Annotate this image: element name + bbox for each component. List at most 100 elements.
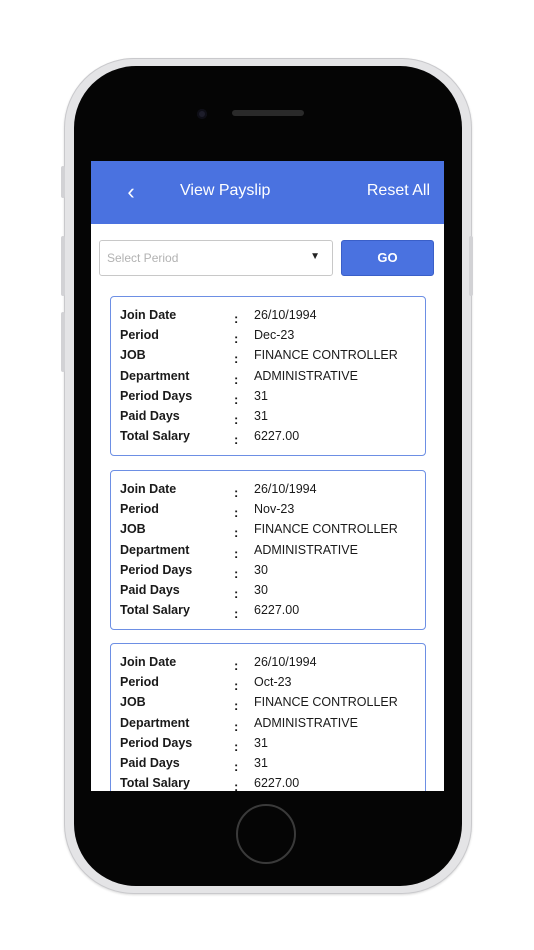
field-label: Department xyxy=(120,542,190,557)
payslip-row-period: Period: Nov-23 xyxy=(120,499,419,521)
payslip-row-join-date: Join Date: 26/10/1994 xyxy=(120,305,419,326)
field-value: 30 xyxy=(254,583,268,597)
payslip-row-period-days: Period Days:30 xyxy=(120,560,419,581)
payslip-row-total-salary: Total Salary:6227.00 xyxy=(120,426,419,448)
earpiece-speaker xyxy=(232,110,304,116)
mute-switch xyxy=(61,166,65,198)
volume-down-button xyxy=(61,312,65,372)
field-label: Join Date xyxy=(120,308,177,322)
payslip-row-job: JOB: FINANCE CONTROLLER xyxy=(120,519,419,541)
field-label: Total Salary xyxy=(120,776,190,791)
field-value: 31 xyxy=(254,735,268,750)
field-separator: : xyxy=(234,718,239,734)
field-value: FINANCE CONTROLLER xyxy=(254,695,398,710)
field-value: FINANCE CONTROLLER xyxy=(254,522,398,537)
field-separator: : xyxy=(234,586,239,601)
field-label: Period Days xyxy=(120,562,193,577)
field-label: Period xyxy=(120,328,159,343)
field-label: Paid Days xyxy=(120,409,180,423)
period-select[interactable]: Select Period ▼ xyxy=(99,240,333,276)
field-value: 31 xyxy=(254,388,268,403)
field-label: Total Salary xyxy=(120,603,190,618)
field-separator: : xyxy=(234,331,239,347)
field-separator: : xyxy=(234,311,239,326)
reset-all-button[interactable]: Reset All xyxy=(367,181,430,201)
field-label: Period Days xyxy=(120,388,193,403)
period-select-placeholder: Select Period xyxy=(107,251,179,265)
field-separator: : xyxy=(234,698,239,714)
field-value: FINANCE CONTROLLER xyxy=(254,348,398,363)
field-value: 6227.00 xyxy=(254,603,300,618)
field-separator: : xyxy=(234,371,239,387)
payslip-row-period: Period: Dec-23 xyxy=(120,325,419,347)
field-label: JOB xyxy=(120,695,146,710)
field-separator: : xyxy=(234,565,239,581)
payslip-card[interactable]: Join Date: 26/10/1994 Period: Dec-23 JOB: FIN… xyxy=(110,296,426,456)
volume-up-button xyxy=(61,236,65,296)
payslip-row-join-date: Join Date: 26/10/1994 xyxy=(120,652,419,673)
page-title: View Payslip xyxy=(180,182,271,199)
dropdown-caret-icon: ▼ xyxy=(310,251,320,262)
field-separator: : xyxy=(234,351,239,367)
field-separator: : xyxy=(234,412,239,427)
field-value: 6227.00 xyxy=(254,429,300,444)
field-value: 26/10/1994 xyxy=(254,482,317,496)
field-label: Join Date xyxy=(120,482,177,496)
field-label: Period xyxy=(120,502,159,517)
app-screen: ‹ View Payslip Reset All Select Period ▼… xyxy=(91,161,444,791)
field-value: ADMINISTRATIVE xyxy=(254,542,358,557)
field-separator: : xyxy=(234,505,239,521)
field-separator: : xyxy=(234,759,239,774)
field-value: 26/10/1994 xyxy=(254,655,317,669)
payslip-row-paid-days: Paid Days: 31 xyxy=(120,406,419,427)
back-icon[interactable]: ‹ xyxy=(121,180,141,204)
payslip-row-total-salary: Total Salary:6227.00 xyxy=(120,600,419,622)
field-label: Department xyxy=(120,368,190,383)
field-label: JOB xyxy=(120,348,146,363)
field-separator: : xyxy=(234,545,239,561)
field-value: Nov-23 xyxy=(254,502,295,517)
home-button[interactable] xyxy=(236,804,296,864)
field-separator: : xyxy=(234,525,239,541)
field-label: Join Date xyxy=(120,655,177,669)
payslip-row-department: Department: ADMINISTRATIVE xyxy=(120,540,419,561)
field-label: Period xyxy=(120,675,159,690)
field-value: ADMINISTRATIVE xyxy=(254,368,358,383)
payslip-row-period-days: Period Days:31 xyxy=(120,386,419,407)
field-separator: : xyxy=(234,432,239,448)
payslip-card[interactable]: Join Date: 26/10/1994 Period: Oct-23 JOB: FIN… xyxy=(110,643,426,791)
app-header: ‹ View Payslip Reset All xyxy=(91,161,444,224)
field-value: Oct-23 xyxy=(254,675,292,690)
field-label: Period Days xyxy=(120,735,193,750)
payslip-row-join-date: Join Date: 26/10/1994 xyxy=(120,479,419,500)
field-separator: : xyxy=(234,391,239,407)
field-value: 31 xyxy=(254,409,268,423)
payslip-row-department: Department: ADMINISTRATIVE xyxy=(120,366,419,387)
front-camera-icon xyxy=(197,109,207,119)
field-separator: : xyxy=(234,606,239,622)
payslip-row-paid-days: Paid Days: 30 xyxy=(120,580,419,601)
payslip-row-total-salary: Total Salary:6227.00 xyxy=(120,773,419,791)
field-separator: : xyxy=(234,658,239,673)
payslip-row-job: JOB: FINANCE CONTROLLER xyxy=(120,345,419,367)
field-label: Paid Days xyxy=(120,583,180,597)
field-value: Dec-23 xyxy=(254,328,295,343)
payslip-row-department: Department: ADMINISTRATIVE xyxy=(120,713,419,734)
payslip-row-period-days: Period Days:31 xyxy=(120,733,419,754)
field-value: 26/10/1994 xyxy=(254,308,317,322)
field-separator: : xyxy=(234,485,239,500)
field-value: 6227.00 xyxy=(254,776,300,791)
field-label: Paid Days xyxy=(120,756,180,770)
payslip-row-paid-days: Paid Days: 31 xyxy=(120,753,419,774)
field-label: JOB xyxy=(120,522,146,537)
power-button xyxy=(469,236,473,296)
field-label: Department xyxy=(120,715,190,730)
payslip-card[interactable]: Join Date: 26/10/1994 Period: Nov-23 JOB: FIN… xyxy=(110,470,426,630)
field-value: ADMINISTRATIVE xyxy=(254,715,358,730)
field-value: 30 xyxy=(254,562,268,577)
field-separator: : xyxy=(234,738,239,754)
payslip-row-period: Period: Oct-23 xyxy=(120,672,419,694)
field-label: Total Salary xyxy=(120,429,190,444)
field-separator: : xyxy=(234,678,239,694)
go-button[interactable]: GO xyxy=(341,240,434,276)
